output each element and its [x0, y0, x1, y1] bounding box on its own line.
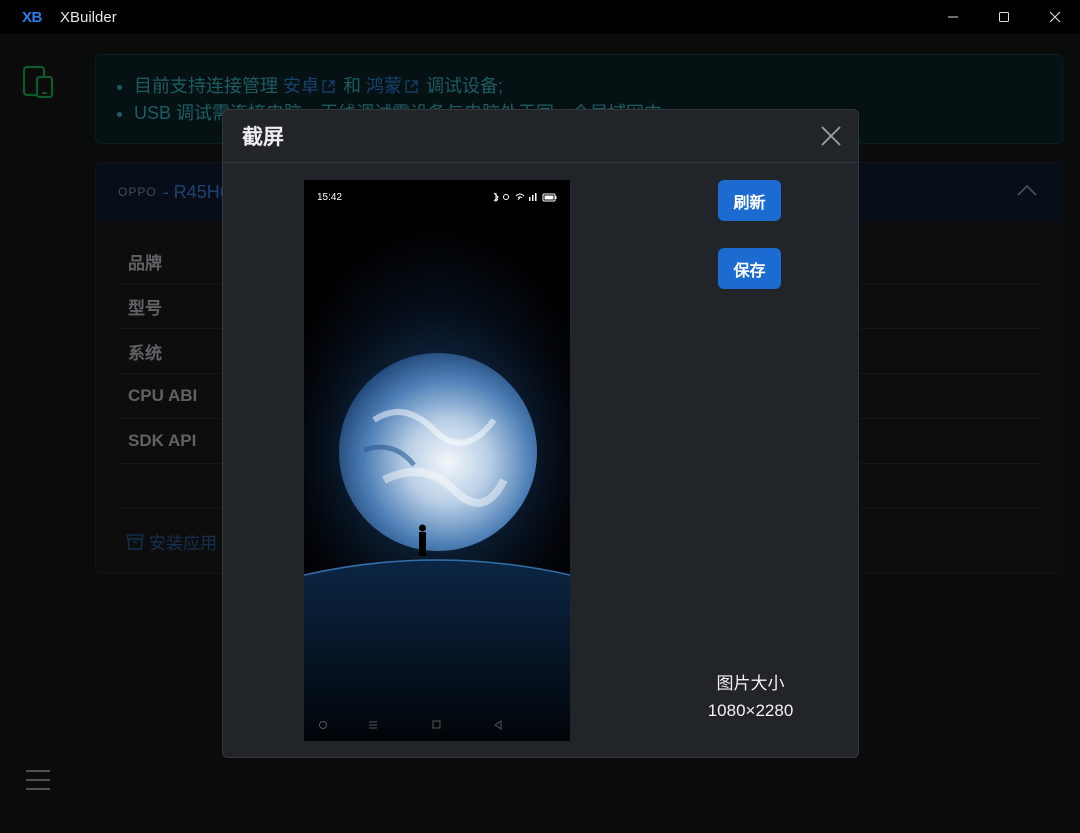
close-window-button[interactable]: [1029, 0, 1080, 34]
title-bar: XB XBuilder: [0, 0, 1080, 34]
close-icon: [1049, 11, 1060, 23]
minimize-button[interactable]: [927, 0, 978, 34]
minimize-icon: [947, 16, 958, 18]
image-size-info: 图片大小 1080×2280: [683, 670, 818, 724]
app-logo: XB: [22, 8, 42, 26]
screenshot-modal: 截屏 15:42 刷新 保存 图片大小 1080×2280: [222, 109, 859, 758]
maximize-icon: [998, 12, 1009, 22]
image-size-caption: 图片大小: [716, 674, 785, 693]
save-button[interactable]: 保存: [718, 248, 781, 289]
earth-wallpaper: [304, 302, 570, 741]
refresh-button[interactable]: 刷新: [718, 180, 781, 221]
screenshot-preview: 15:42: [304, 180, 570, 741]
modal-header: 截屏: [223, 110, 858, 163]
modal-title: 截屏: [242, 126, 284, 149]
maximize-button[interactable]: [978, 0, 1029, 34]
window-controls: [927, 0, 1080, 34]
app-title: XBuilder: [60, 8, 117, 26]
close-modal-icon[interactable]: [820, 125, 842, 147]
image-size-value: 1080×2280: [707, 701, 794, 720]
